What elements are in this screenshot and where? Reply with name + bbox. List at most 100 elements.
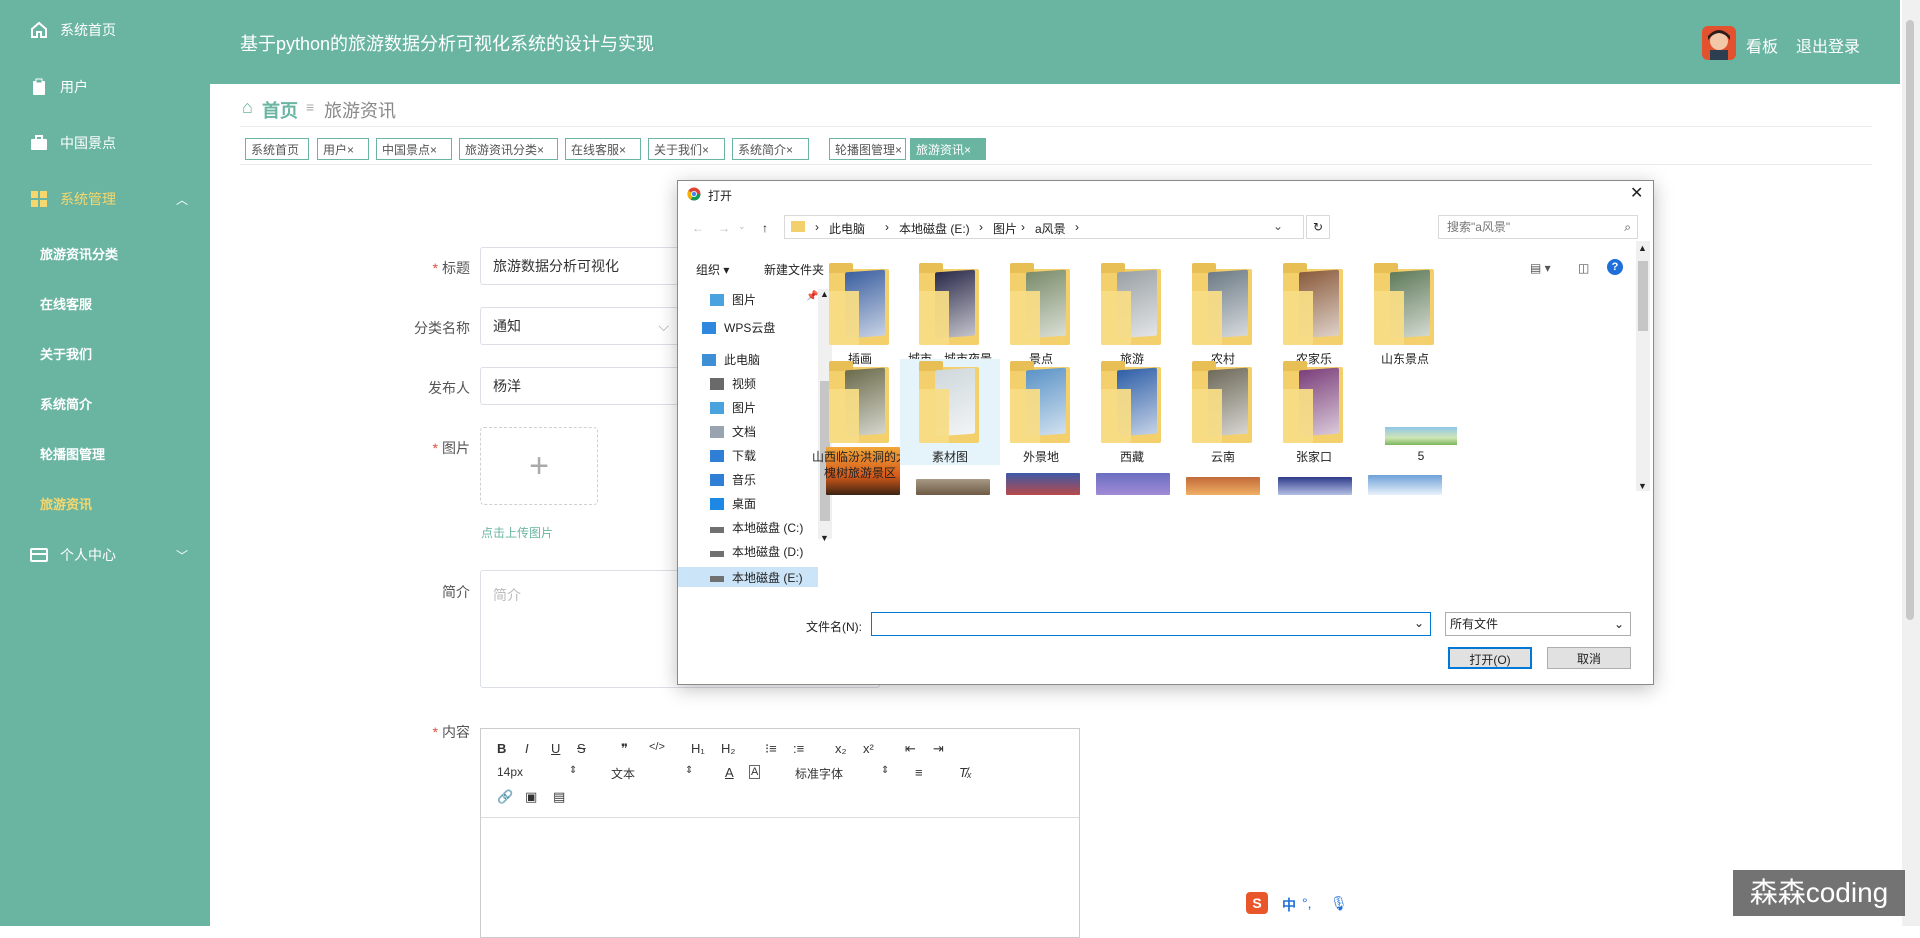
image-upload-box[interactable]: + [480,427,598,505]
image-thumbnail[interactable] [1006,473,1080,495]
path-segment[interactable]: 图片 [993,220,1017,237]
nav-item[interactable]: 本地磁盘 (D:) [710,543,803,560]
background-color-icon[interactable]: A [749,765,761,779]
strike-icon[interactable]: S [577,741,586,756]
folder-item[interactable]: 旅游 [1082,261,1182,367]
sidebar-subitem-travel-news[interactable]: 旅游资讯 [40,494,92,513]
folder-item[interactable]: 西藏 [1082,359,1182,465]
nav-item[interactable]: 视频 [710,375,756,392]
image-thumbnail[interactable] [1368,475,1442,495]
close-icon[interactable]: × [347,143,354,157]
underline-icon[interactable]: U [551,741,560,756]
image-thumbnail[interactable] [1096,473,1170,495]
font-color-icon[interactable]: A [725,765,734,780]
current-user[interactable]: 看板 [1746,33,1778,57]
nav-item[interactable]: 本地磁盘 (E:) [678,567,818,587]
block-type-select[interactable]: 文本 [611,765,635,782]
image-icon[interactable]: ▣ [525,789,537,805]
chevron-down-icon[interactable]: ⌄ [738,221,746,232]
sogou-icon[interactable]: S [1246,892,1268,914]
folder-item[interactable]: 农家乐 [1264,261,1364,367]
publisher-input[interactable]: 杨洋 [480,367,700,405]
tag-item[interactable]: 旅游资讯× [910,138,986,160]
sidebar-item-home[interactable]: 系统首页 [0,10,210,50]
sidebar-subitem-about-us[interactable]: 关于我们 [40,344,92,363]
ordered-list-icon[interactable]: ⁝≡ [765,741,777,757]
sidebar-subitem-system-intro[interactable]: 系统简介 [40,394,92,413]
close-icon[interactable]: × [895,143,902,157]
path-segment[interactable]: 本地磁盘 (E:) [899,220,970,237]
forward-arrow-icon[interactable]: → [718,221,730,235]
path-segment[interactable]: 此电脑 [829,220,865,237]
bullet-list-icon[interactable]: :≡ [793,741,804,756]
address-bar[interactable]: › 此电脑 › 本地磁盘 (E:) › 图片 › a风景 › ⌄ [784,215,1304,239]
folder-item[interactable]: 张家口 [1264,359,1364,465]
organize-menu[interactable]: 组织 ▾ [696,261,729,278]
back-arrow-icon[interactable]: ← [692,221,704,235]
blockquote-icon[interactable]: ❞ [621,741,628,757]
upload-hint[interactable]: 点击上传图片 [481,524,553,541]
folder-item[interactable]: 城市，城市夜景 [900,261,1000,367]
filename-input[interactable]: ⌄ [871,612,1431,636]
path-segment[interactable]: a风景 [1035,220,1066,237]
chevron-down-icon[interactable]: ⌄ [1414,616,1424,630]
nav-item[interactable]: 此电脑 [702,351,760,368]
subscript-icon[interactable]: x₂ [835,741,847,756]
title-input[interactable]: 旅游数据分析可视化 [480,247,700,285]
preview-pane-icon[interactable]: ◫ [1578,261,1589,275]
folder-item[interactable]: 景点 [991,261,1091,367]
nav-item[interactable]: 下载 [710,447,756,464]
image-file-5[interactable]: 5 [1371,421,1471,463]
refresh-icon[interactable]: ↻ [1306,215,1330,239]
folder-item[interactable]: 云南 [1173,359,1273,465]
nav-item[interactable]: 桌面 [710,495,756,512]
video-icon[interactable]: ▤ [553,789,565,805]
italic-icon[interactable]: I [525,741,529,756]
folder-item[interactable]: 外景地 [991,359,1091,465]
heading1-icon[interactable]: H₁ [691,741,705,756]
image-thumbnail[interactable] [1186,477,1260,495]
sidebar-subitem-news-category[interactable]: 旅游资讯分类 [40,244,118,263]
close-icon[interactable]: ✕ [1630,183,1643,203]
microphone-icon[interactable]: 🎙 [1330,895,1348,912]
chevron-down-icon[interactable]: ▼ [820,533,829,543]
sidebar-item-scenic[interactable]: 中国景点 [0,123,210,163]
page-scrollbar-thumb[interactable] [1906,20,1914,620]
avatar[interactable] [1702,26,1736,60]
sidebar-item-users[interactable]: 用户 [0,67,210,107]
chevron-down-icon[interactable]: ⌄ [1273,219,1283,233]
folder-item[interactable]: 素材图 [900,359,1000,465]
clear-format-icon[interactable]: T̸ₓ [959,765,972,780]
folder-item[interactable]: 山西临汾洪洞的大槐树旅游景区 [810,359,910,481]
ime-mode[interactable]: 中 [1282,895,1296,915]
chevron-up-icon[interactable]: ▲ [1638,243,1647,253]
file-scrollbar-thumb[interactable] [1638,261,1648,331]
close-icon[interactable]: × [702,143,709,157]
tag-item[interactable]: 用户× [317,138,369,160]
folder-item[interactable]: 农村 [1173,261,1273,367]
font-size-select[interactable]: 14px [497,765,523,779]
open-button[interactable]: 打开(O) [1448,647,1532,669]
category-select[interactable]: 通知 ⌵ [480,307,680,345]
help-icon[interactable]: ? [1607,259,1623,275]
nav-item[interactable]: 本地磁盘 (C:) [710,519,803,536]
sidebar-item-system-admin[interactable]: 系统管理 ︿ [0,179,210,219]
view-options-icon[interactable]: ▤ ▾ [1530,261,1551,275]
link-icon[interactable]: 🔗 [497,789,513,805]
close-icon[interactable]: × [786,143,793,157]
code-icon[interactable]: </> [649,741,665,753]
heading2-icon[interactable]: H₂ [721,741,735,756]
outdent-icon[interactable]: ⇤ [905,741,916,757]
close-icon[interactable]: × [430,143,437,157]
punctuation-icon[interactable]: °, [1302,895,1312,911]
image-thumbnail[interactable] [916,479,990,495]
tag-item[interactable]: 关于我们× [648,138,725,160]
breadcrumb-home[interactable]: 首页 [262,97,298,123]
font-family-select[interactable]: 标准字体 [795,765,843,782]
sidebar-subitem-online-service[interactable]: 在线客服 [40,294,92,313]
bold-icon[interactable]: B [497,741,506,756]
tag-item[interactable]: 系统简介× [732,138,809,160]
tag-item[interactable]: 轮播图管理× [829,138,906,160]
tag-item[interactable]: 旅游资讯分类× [459,138,558,160]
sidebar-subitem-carousel[interactable]: 轮播图管理 [40,444,105,463]
